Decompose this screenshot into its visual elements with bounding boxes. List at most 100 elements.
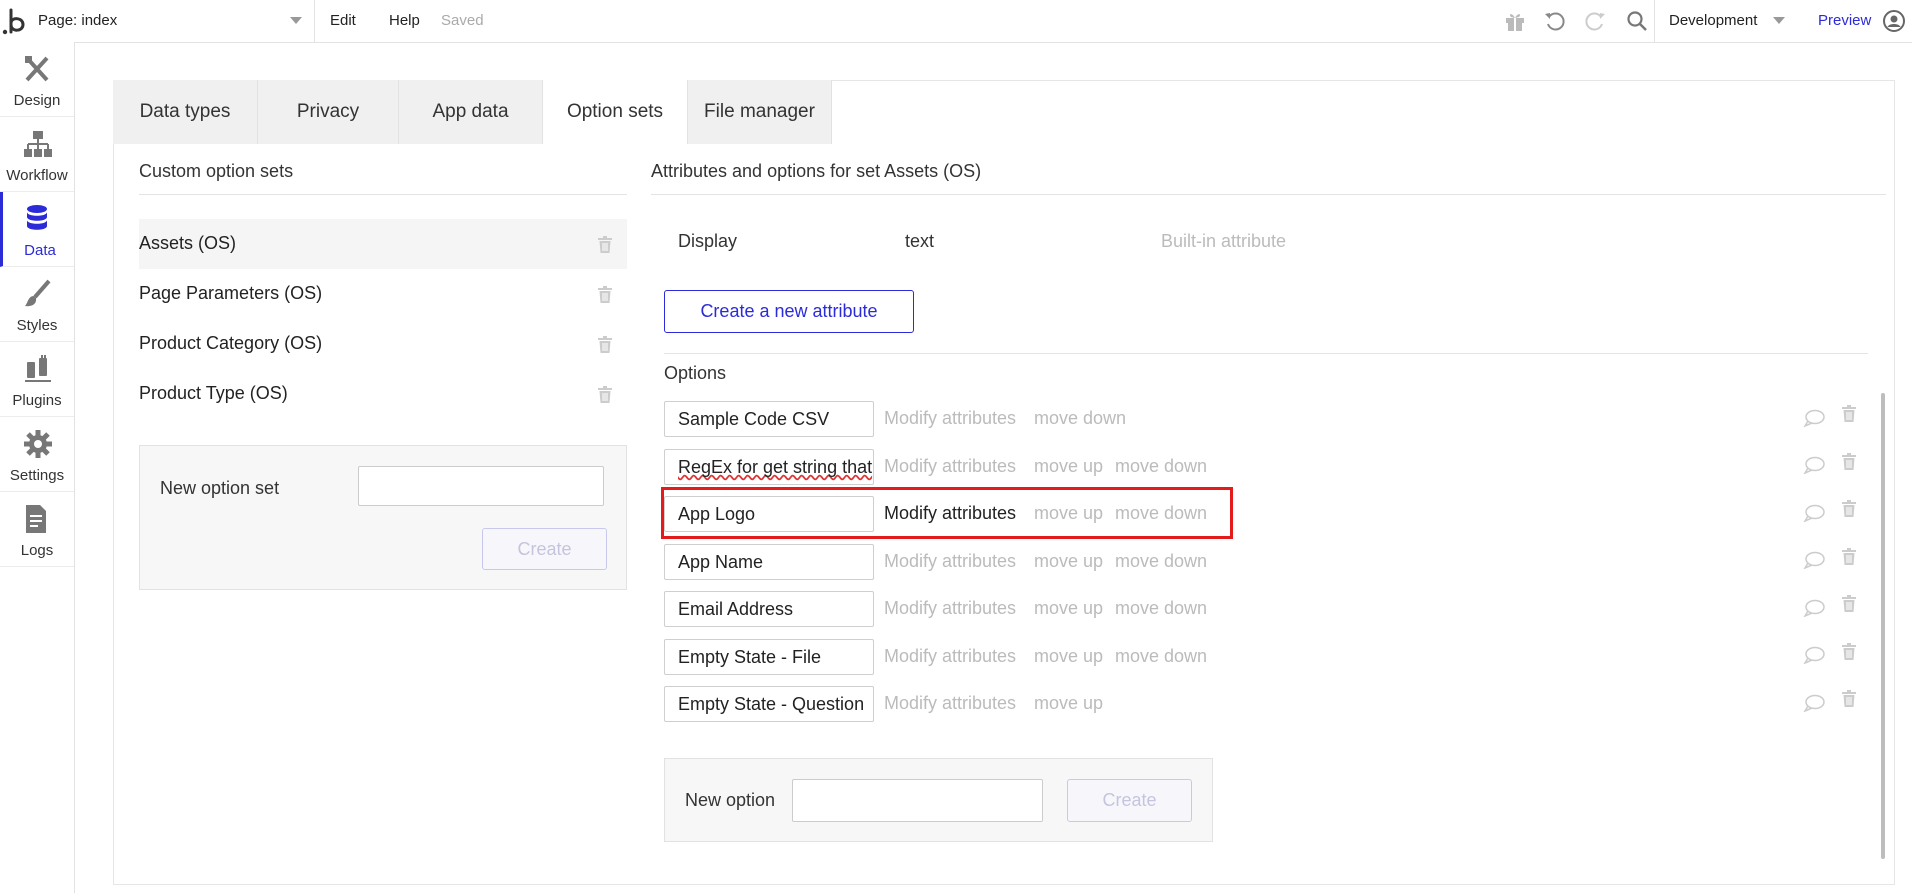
move-down-link[interactable]: move down bbox=[1034, 408, 1126, 429]
trash-icon[interactable] bbox=[1842, 405, 1856, 422]
page-selector-label: Page: index bbox=[38, 12, 118, 29]
preview-link[interactable]: Preview bbox=[1818, 12, 1871, 29]
option-value: Empty State - Question bbox=[678, 694, 865, 714]
gear-icon bbox=[24, 430, 52, 458]
sidebar-item-styles[interactable]: Styles bbox=[0, 267, 74, 342]
option-set-item-assets[interactable]: Assets (OS) bbox=[139, 219, 627, 269]
sidebar-item-data[interactable]: Data bbox=[0, 192, 74, 267]
highlight-box bbox=[661, 487, 1233, 539]
comment-icon[interactable] bbox=[1803, 551, 1825, 569]
move-up-link[interactable]: move up bbox=[1034, 598, 1103, 619]
sidebar-item-plugins[interactable]: Plugins bbox=[0, 342, 74, 417]
option-value-input[interactable]: App Name bbox=[664, 544, 874, 580]
sidebar-item-settings[interactable]: Settings bbox=[0, 417, 74, 492]
move-up-link[interactable]: move up bbox=[1034, 456, 1103, 477]
create-option-set-button[interactable]: Create bbox=[482, 528, 607, 570]
option-value: RegEx for get string that bbox=[678, 457, 873, 477]
trash-icon[interactable] bbox=[1842, 595, 1856, 612]
modify-attributes-link[interactable]: Modify attributes bbox=[884, 598, 1016, 619]
move-up-link[interactable]: move up bbox=[1034, 646, 1103, 667]
option-value-input[interactable]: RegEx for get string that bbox=[664, 449, 874, 485]
option-value-input[interactable]: Empty State - File bbox=[664, 639, 874, 675]
help-menu[interactable]: Help bbox=[389, 12, 420, 29]
move-down-link[interactable]: move down bbox=[1115, 598, 1207, 619]
scrollbar[interactable] bbox=[1881, 393, 1885, 859]
option-value: Empty State - File bbox=[678, 647, 822, 667]
move-down-link[interactable]: move down bbox=[1115, 646, 1207, 667]
option-set-name: Product Category (OS) bbox=[139, 333, 323, 353]
design-icon bbox=[25, 56, 49, 82]
chevron-down-icon bbox=[1773, 17, 1785, 24]
trash-icon[interactable] bbox=[598, 386, 612, 403]
tab-app-data[interactable]: App data bbox=[399, 80, 543, 144]
trash-icon[interactable] bbox=[1842, 500, 1856, 517]
option-set-item-product-type[interactable]: Product Type (OS) bbox=[139, 369, 627, 419]
builtin-attribute-name: Display bbox=[678, 231, 738, 251]
trash-icon[interactable] bbox=[1842, 548, 1856, 565]
trash-icon[interactable] bbox=[598, 336, 612, 353]
sidebar-item-label: Design bbox=[13, 92, 61, 109]
option-set-name: Product Type (OS) bbox=[139, 383, 288, 403]
divider bbox=[664, 353, 1868, 354]
sidebar-item-label: Logs bbox=[20, 542, 54, 559]
option-set-item-product-category[interactable]: Product Category (OS) bbox=[139, 319, 627, 369]
comment-icon[interactable] bbox=[1803, 694, 1825, 712]
option-value-input[interactable]: Sample Code CSV bbox=[664, 401, 874, 437]
option-value: Sample Code CSV bbox=[678, 409, 830, 429]
option-value: App Name bbox=[678, 552, 764, 572]
undo-icon[interactable] bbox=[1543, 9, 1567, 33]
workflow-icon bbox=[24, 131, 52, 157]
user-icon[interactable] bbox=[1882, 9, 1906, 33]
move-up-link[interactable]: move up bbox=[1034, 551, 1103, 572]
environment-selector[interactable]: Development bbox=[1654, 0, 1785, 42]
new-option-set-form: New option set Create bbox=[139, 445, 627, 590]
option-set-item-page-parameters[interactable]: Page Parameters (OS) bbox=[139, 269, 627, 319]
edit-menu[interactable]: Edit bbox=[330, 12, 356, 29]
redo-icon[interactable] bbox=[1583, 9, 1607, 33]
create-option-button[interactable]: Create bbox=[1067, 779, 1192, 822]
new-option-set-input[interactable] bbox=[358, 466, 604, 506]
database-icon bbox=[27, 205, 47, 230]
new-option-input[interactable] bbox=[792, 779, 1043, 822]
trash-icon[interactable] bbox=[1842, 690, 1856, 707]
brush-icon bbox=[25, 279, 51, 307]
trash-icon[interactable] bbox=[1842, 643, 1856, 660]
modify-attributes-link[interactable]: Modify attributes bbox=[884, 693, 1016, 714]
comment-icon[interactable] bbox=[1803, 599, 1825, 617]
trash-icon[interactable] bbox=[598, 236, 612, 253]
page-selector[interactable]: Page: index bbox=[38, 0, 315, 42]
sidebar-item-logs[interactable]: Logs bbox=[0, 492, 74, 567]
comment-icon[interactable] bbox=[1803, 409, 1825, 427]
bubble-logo-icon[interactable] bbox=[2, 6, 28, 36]
search-icon[interactable] bbox=[1625, 9, 1649, 33]
sidebar-item-design[interactable]: Design bbox=[0, 42, 74, 117]
tab-data-types[interactable]: Data types bbox=[113, 80, 258, 144]
sidebar-item-label: Data bbox=[24, 242, 56, 259]
option-value-input[interactable]: Email Address bbox=[664, 591, 874, 627]
option-value-input[interactable]: Empty State - Question bbox=[664, 686, 874, 722]
comment-icon[interactable] bbox=[1803, 646, 1825, 664]
left-sidebar: Design Workflow Data Styles Plugins Sett… bbox=[0, 42, 75, 893]
move-down-link[interactable]: move down bbox=[1115, 456, 1207, 477]
options-title: Options bbox=[664, 363, 727, 383]
tab-file-manager[interactable]: File manager bbox=[688, 80, 832, 144]
trash-icon[interactable] bbox=[598, 286, 612, 303]
move-down-link[interactable]: move down bbox=[1115, 551, 1207, 572]
sidebar-item-label: Styles bbox=[16, 317, 58, 334]
modify-attributes-link[interactable]: Modify attributes bbox=[884, 551, 1016, 572]
comment-icon[interactable] bbox=[1803, 504, 1825, 522]
tab-privacy[interactable]: Privacy bbox=[258, 80, 399, 144]
tab-option-sets[interactable]: Option sets bbox=[543, 80, 688, 144]
modify-attributes-link[interactable]: Modify attributes bbox=[884, 408, 1016, 429]
sidebar-item-label: Settings bbox=[9, 467, 65, 484]
document-icon bbox=[26, 505, 46, 533]
new-option-form: New option Create bbox=[664, 758, 1213, 842]
gift-icon[interactable] bbox=[1503, 9, 1527, 33]
move-up-link[interactable]: move up bbox=[1034, 693, 1103, 714]
trash-icon[interactable] bbox=[1842, 453, 1856, 470]
modify-attributes-link[interactable]: Modify attributes bbox=[884, 456, 1016, 477]
modify-attributes-link[interactable]: Modify attributes bbox=[884, 646, 1016, 667]
create-attribute-button[interactable]: Create a new attribute bbox=[664, 290, 914, 333]
sidebar-item-workflow[interactable]: Workflow bbox=[0, 117, 74, 192]
comment-icon[interactable] bbox=[1803, 456, 1825, 474]
